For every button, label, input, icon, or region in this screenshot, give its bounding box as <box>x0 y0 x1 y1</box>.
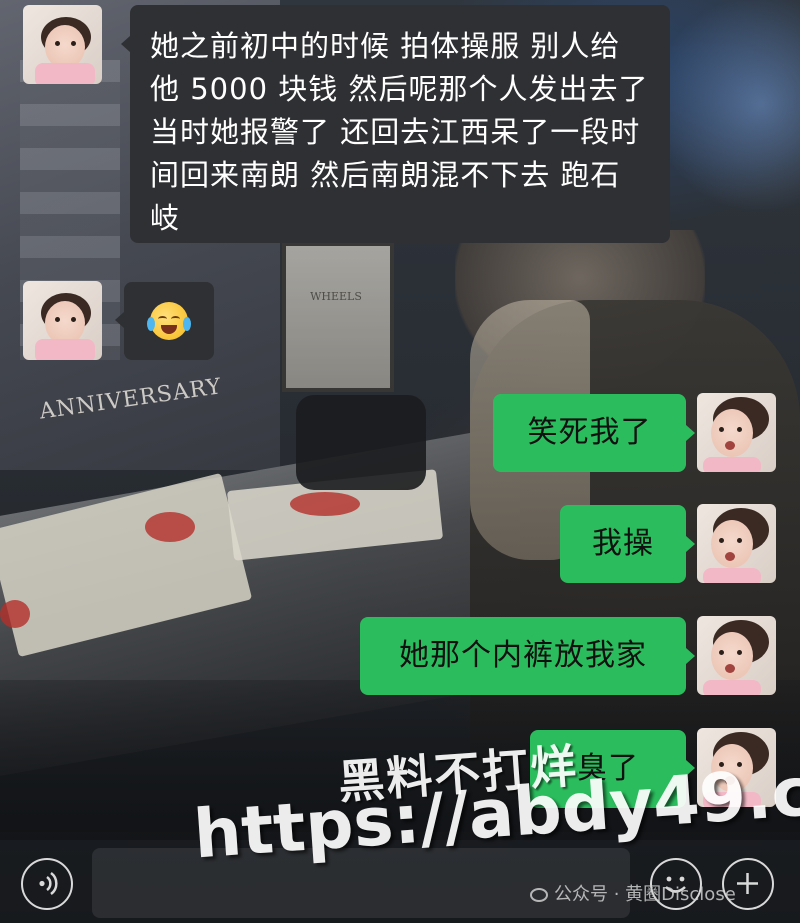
avatar-clothes <box>703 568 761 583</box>
crying-laughing-emoji-icon <box>147 302 191 340</box>
avatar-mouth <box>725 441 735 450</box>
wechat-icon <box>530 888 548 902</box>
watermark-account: 公众号 · 黄圈Disclose <box>530 880 736 906</box>
avatar-eye <box>719 538 724 543</box>
user-avatar[interactable] <box>697 504 776 583</box>
avatar-eye <box>55 41 60 46</box>
avatar-clothes <box>703 680 761 695</box>
message-text: 我操 <box>592 526 654 561</box>
outgoing-message-bubble[interactable]: 笑死我了 <box>493 394 686 472</box>
contact-avatar[interactable] <box>23 5 102 84</box>
message-text: 笑死我了 <box>527 415 652 450</box>
user-avatar[interactable] <box>697 393 776 472</box>
avatar-mouth <box>725 552 735 561</box>
watermark-account-text: 公众号 · 黄圈Disclose <box>554 884 736 905</box>
outgoing-message-bubble[interactable]: 她那个内裤放我家 <box>360 617 686 695</box>
incoming-emoji-bubble[interactable] <box>124 282 214 360</box>
avatar-clothes <box>703 457 761 472</box>
voice-button[interactable] <box>21 858 73 910</box>
contact-avatar[interactable] <box>23 281 102 360</box>
framed-poster-text: WHEELS <box>310 290 362 303</box>
avatar-eye <box>737 427 742 432</box>
framed-poster <box>282 242 394 392</box>
avatar-eye <box>719 650 724 655</box>
bubble-tail <box>686 648 695 664</box>
avatar-clothes <box>35 63 95 84</box>
bubble-tail <box>121 36 130 52</box>
avatar-face <box>711 520 753 568</box>
avatar-mouth <box>725 664 735 673</box>
outgoing-message-bubble[interactable]: 我操 <box>560 505 686 583</box>
avatar-eye <box>71 41 76 46</box>
avatar-eye <box>737 650 742 655</box>
bubble-tail <box>115 312 124 328</box>
avatar-eye <box>55 317 60 322</box>
incoming-message-bubble[interactable]: 她之前初中的时候 拍体操服 别人给他 5000 块钱 然后呢那个人发出去了 当时… <box>130 5 670 243</box>
avatar-eye <box>737 538 742 543</box>
message-text: 她那个内裤放我家 <box>399 638 647 673</box>
avatar-clothes <box>35 339 95 360</box>
ketchup <box>290 492 360 516</box>
avatar-face <box>711 632 753 680</box>
avatar-eye <box>71 317 76 322</box>
avatar-eye <box>719 427 724 432</box>
bubble-tail <box>686 536 695 552</box>
message-text: 她之前初中的时候 拍体操服 别人给他 5000 块钱 然后呢那个人发出去了 当时… <box>150 29 649 235</box>
user-avatar[interactable] <box>697 616 776 695</box>
ketchup <box>145 512 195 542</box>
bubble-tail <box>686 425 695 441</box>
voice-icon <box>39 871 58 896</box>
avatar-face <box>711 409 753 457</box>
handbag <box>296 395 426 490</box>
street-lights <box>670 0 800 260</box>
ketchup <box>0 600 30 628</box>
